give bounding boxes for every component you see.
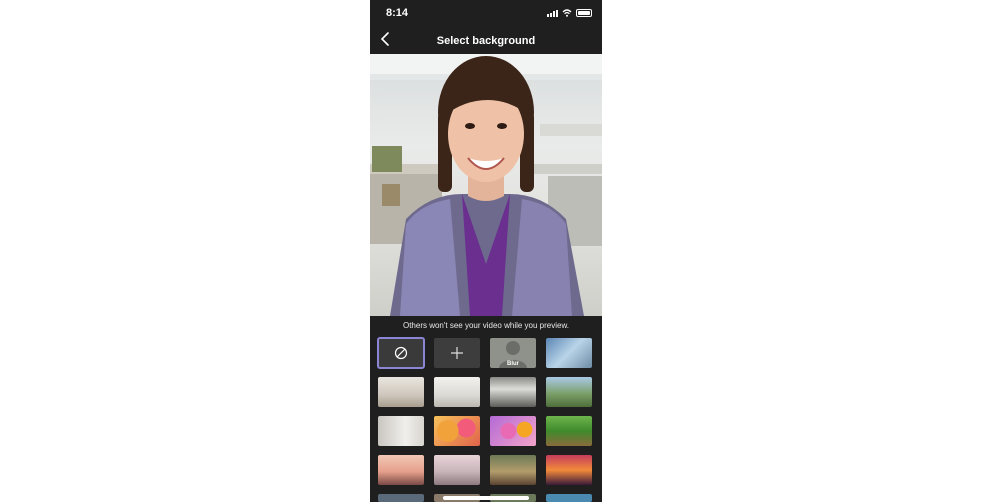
add-background-button[interactable]	[434, 338, 480, 368]
background-thumb-partial-1[interactable]	[378, 494, 424, 502]
plus-icon	[451, 347, 463, 359]
blur-option[interactable]: Blur	[490, 338, 536, 368]
battery-icon	[576, 9, 592, 17]
page-title: Select background	[436, 35, 536, 47]
background-thumb-mountain-valley[interactable]	[546, 377, 592, 407]
background-thumb-cozy-living-room[interactable]	[490, 455, 536, 485]
no-background-icon	[394, 346, 408, 360]
status-time: 8:14	[386, 7, 409, 19]
phone-screen: 8:14 Select background Others won't see …	[370, 0, 602, 502]
background-thumb-golden-gate[interactable]	[378, 455, 424, 485]
background-thumb-green-minecraft[interactable]	[546, 416, 592, 446]
video-preview	[370, 54, 602, 316]
background-thumb-white-loft[interactable]	[378, 416, 424, 446]
background-thumb-colorful-balloons[interactable]	[434, 416, 480, 446]
person-video-image	[370, 54, 602, 316]
status-icons	[547, 9, 592, 17]
wifi-icon	[562, 9, 572, 17]
background-thumb-open-office[interactable]	[490, 377, 536, 407]
signal-icon	[547, 9, 558, 17]
background-panel: Others won't see your video while you pr…	[370, 316, 602, 502]
background-thumb-desert-arch[interactable]	[434, 455, 480, 485]
navigation-bar: Select background	[370, 26, 602, 54]
background-thumb-pixel-sunset[interactable]	[546, 455, 592, 485]
background-thumb-white-room[interactable]	[434, 377, 480, 407]
status-bar: 8:14	[370, 0, 602, 26]
no-background-option[interactable]	[377, 337, 425, 369]
background-thumb-modern-room[interactable]	[378, 377, 424, 407]
background-thumb-office-hallway[interactable]	[546, 338, 592, 368]
background-thumb-pink-bubbles[interactable]	[490, 416, 536, 446]
home-indicator	[443, 496, 529, 500]
background-thumb-partial-4[interactable]	[546, 494, 592, 502]
blur-label: Blur	[507, 361, 519, 367]
preview-hint: Others won't see your video while you pr…	[402, 321, 570, 330]
